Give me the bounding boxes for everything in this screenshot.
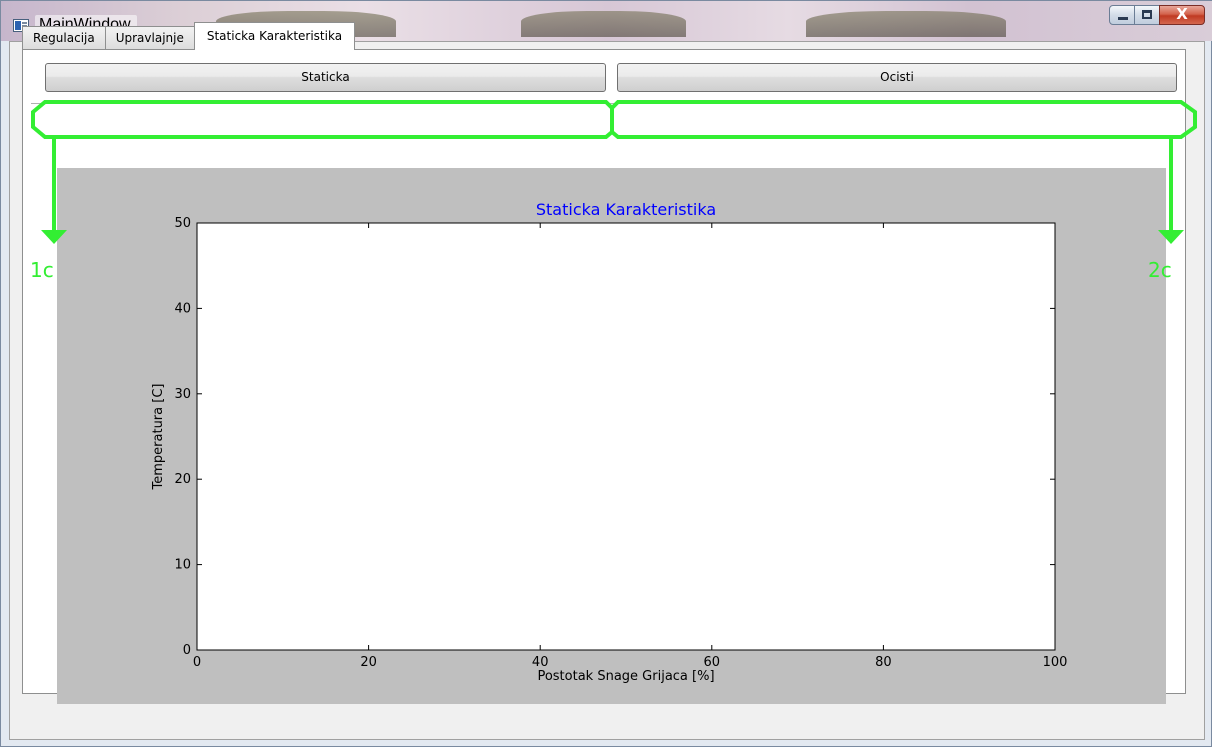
main-window: MainWindow X Regulacija Upravlajnje Stat…: [0, 0, 1212, 747]
tab-staticka-karakteristika[interactable]: Staticka Karakteristika: [193, 22, 356, 50]
y-tick-label: 0: [183, 643, 191, 658]
x-tick-label: 80: [875, 655, 892, 670]
x-axis-label: Postotak Snage Grijaca [%]: [537, 669, 714, 684]
y-tick-label: 40: [174, 301, 191, 316]
x-tick-label: 60: [704, 655, 721, 670]
annotation-bracket: [610, 100, 1197, 139]
annotation-arrow-head: [1158, 230, 1184, 244]
x-tick-label: 100: [1043, 655, 1068, 670]
y-tick-label: 30: [174, 387, 191, 402]
y-tick-label: 10: [174, 558, 191, 573]
x-tick-label: 0: [193, 655, 201, 670]
annotation-overlay: [31, 100, 1197, 244]
y-axis-label: Temperatura [C]: [151, 384, 166, 491]
x-tick-label: 20: [360, 655, 377, 670]
y-tick-label: 20: [174, 472, 191, 487]
annotation-label-2c: 2c: [1148, 258, 1172, 282]
annotation-bracket: [31, 100, 614, 139]
annotation-label-1c: 1c: [30, 258, 54, 282]
x-tick-label: 40: [532, 655, 549, 670]
annotation-arrow-head: [41, 230, 67, 244]
